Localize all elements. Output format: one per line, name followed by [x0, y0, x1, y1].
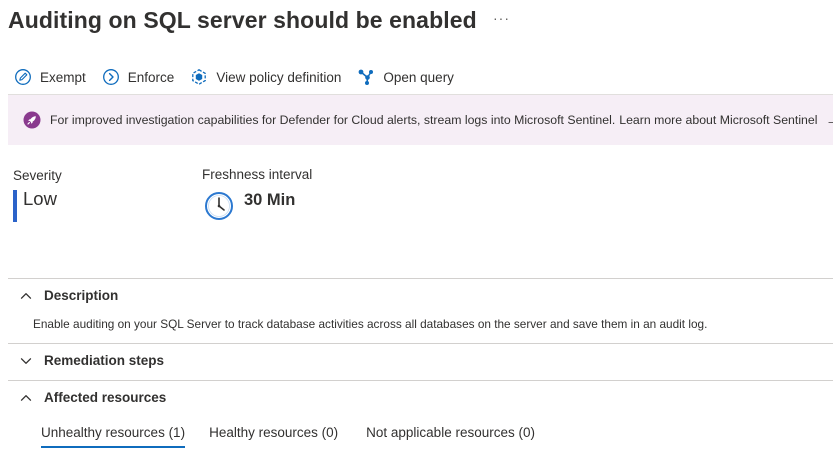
- view-policy-definition-label: View policy definition: [216, 69, 342, 85]
- learn-more-sentinel-link[interactable]: Learn more about Microsoft Sentinel: [619, 113, 817, 127]
- freshness-interval-value: 30 Min: [244, 191, 296, 209]
- affected-resources-title: Affected resources: [44, 390, 167, 405]
- section-divider: [8, 343, 833, 344]
- severity-indicator-bar: [13, 190, 17, 222]
- description-section-header[interactable]: Description: [20, 288, 118, 303]
- severity-value: Low: [23, 188, 57, 209]
- arrow-right-icon[interactable]: →: [825, 112, 833, 129]
- description-title: Description: [44, 288, 119, 303]
- severity-label: Severity: [13, 168, 62, 183]
- chevron-up-icon: [20, 292, 32, 299]
- more-options-button[interactable]: ···: [493, 10, 510, 26]
- remediation-steps-title: Remediation steps: [44, 353, 165, 368]
- chevron-right-circle-icon: [102, 69, 119, 85]
- tab-healthy-resources[interactable]: Healthy resources (0): [209, 425, 338, 448]
- remediation-steps-section-header[interactable]: Remediation steps: [20, 353, 164, 368]
- resource-tabs: Unhealthy resources (1) Healthy resource…: [41, 425, 563, 448]
- chevron-up-icon: [20, 394, 32, 401]
- tab-unhealthy-resources[interactable]: Unhealthy resources (1): [41, 425, 186, 448]
- rocket-icon: [23, 111, 41, 129]
- open-query-label: Open query: [383, 69, 454, 85]
- query-graph-icon: [358, 69, 374, 85]
- enforce-button[interactable]: Enforce: [102, 68, 175, 86]
- policy-definition-icon: [192, 69, 207, 85]
- description-text: Enable auditing on your SQL Server to tr…: [33, 317, 708, 331]
- sentinel-info-banner: For improved investigation capabilities …: [8, 94, 833, 145]
- open-query-button[interactable]: Open query: [357, 68, 454, 86]
- page-title: Auditing on SQL server should be enabled: [8, 6, 477, 33]
- view-policy-definition-button[interactable]: View policy definition: [190, 68, 341, 86]
- exempt-label: Exempt: [40, 69, 86, 85]
- enforce-label: Enforce: [127, 69, 175, 85]
- clock-icon: [205, 192, 233, 220]
- affected-resources-section-header[interactable]: Affected resources: [20, 390, 166, 405]
- banner-message: For improved investigation capabilities …: [50, 113, 616, 127]
- chevron-down-icon: [20, 357, 32, 364]
- freshness-interval-label: Freshness interval: [202, 167, 313, 182]
- title-row: Auditing on SQL server should be enabled: [8, 4, 477, 36]
- exempt-button[interactable]: Exempt: [14, 68, 86, 86]
- exempt-icon: [15, 69, 31, 85]
- recommendation-page: Auditing on SQL server should be enabled…: [0, 0, 833, 460]
- section-divider: [8, 278, 833, 279]
- tab-not-applicable-resources[interactable]: Not applicable resources (0): [366, 425, 535, 448]
- command-bar: Exempt Enforce View policy definition Op…: [14, 66, 470, 88]
- section-divider: [8, 380, 833, 381]
